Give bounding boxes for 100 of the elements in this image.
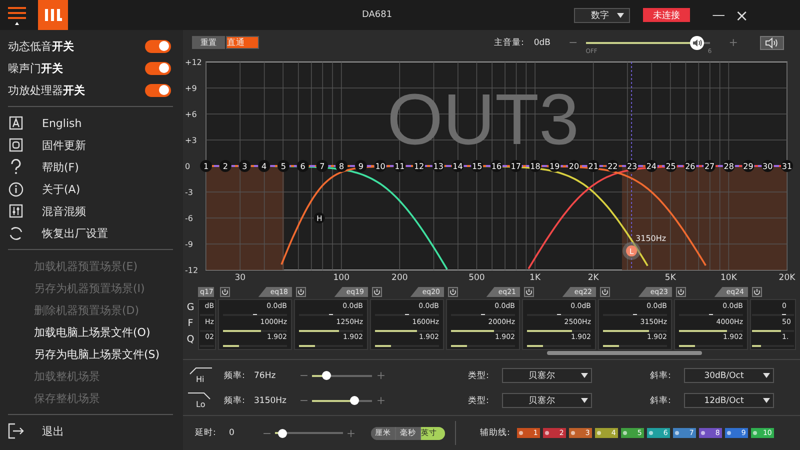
info-icon bbox=[8, 182, 24, 196]
power-icon[interactable] bbox=[752, 287, 762, 297]
slope-select[interactable]: 30dB/Oct bbox=[684, 368, 774, 383]
row-label: F bbox=[188, 318, 194, 329]
menu-item[interactable]: 恢复出厂设置 bbox=[42, 226, 108, 240]
menu-item[interactable]: 加载电脑上场景文件(O) bbox=[34, 324, 150, 340]
band-node[interactable]: 11 bbox=[394, 160, 406, 172]
band-node[interactable]: 18 bbox=[529, 160, 542, 172]
axis-label: -9 bbox=[185, 240, 193, 249]
menu-item[interactable]: 混音混频 bbox=[42, 204, 86, 218]
delay-value: 0 bbox=[229, 428, 236, 438]
slider-thumb[interactable] bbox=[350, 396, 360, 405]
type-select[interactable]: 贝塞尔 bbox=[502, 393, 592, 408]
band-node[interactable]: 2 bbox=[219, 160, 232, 172]
band-node[interactable]: 23 bbox=[626, 160, 638, 172]
field-label: 类型: bbox=[468, 370, 490, 382]
band-node[interactable]: 24 bbox=[645, 160, 658, 172]
band-node[interactable]: 14 bbox=[452, 160, 464, 172]
band-node[interactable]: 26 bbox=[684, 160, 696, 172]
toggle-label: 动态低音开关 bbox=[8, 38, 74, 54]
mute-button[interactable] bbox=[760, 36, 784, 50]
filter-label: Hi bbox=[196, 375, 204, 384]
axis-label: 2K bbox=[588, 273, 599, 283]
power-icon[interactable] bbox=[676, 287, 686, 297]
axis-label: 500 bbox=[468, 273, 485, 283]
letter-icon bbox=[8, 116, 24, 130]
volume-thumb[interactable] bbox=[690, 36, 704, 50]
band-node[interactable]: 12 bbox=[413, 160, 426, 172]
band-node[interactable]: 5 bbox=[277, 160, 290, 172]
band-node[interactable]: 6 bbox=[296, 160, 309, 172]
row-label: Q bbox=[186, 334, 194, 345]
power-icon[interactable] bbox=[296, 287, 306, 297]
toggle-switch[interactable] bbox=[145, 62, 171, 74]
scrollbar-thumb[interactable] bbox=[547, 351, 702, 355]
band-node[interactable]: 22 bbox=[606, 160, 619, 172]
axis-label: 200 bbox=[392, 273, 408, 283]
power-icon[interactable] bbox=[448, 287, 458, 297]
menu-item[interactable]: 帮助(F) bbox=[42, 160, 79, 174]
exit-item[interactable]: 退出 bbox=[42, 424, 64, 438]
field-label: 频率: bbox=[224, 394, 246, 406]
band-node[interactable]: 31 bbox=[781, 160, 793, 172]
band-node[interactable]: 25 bbox=[664, 160, 677, 172]
device-name: DA681 bbox=[362, 10, 392, 20]
sliders-icon bbox=[8, 204, 24, 218]
band-node[interactable]: 16 bbox=[490, 160, 502, 172]
toggle-switch[interactable] bbox=[145, 84, 171, 96]
menu-icon[interactable] bbox=[8, 4, 26, 26]
axis-label: 0 bbox=[185, 162, 190, 171]
band-node[interactable]: 29 bbox=[742, 160, 754, 172]
axis-label: 30 bbox=[234, 273, 246, 283]
field-label: 类型: bbox=[468, 394, 490, 406]
caret-icon bbox=[763, 398, 770, 403]
field-label: 延时: bbox=[195, 427, 217, 439]
band-node[interactable]: 19 bbox=[548, 160, 561, 172]
caret-icon bbox=[763, 373, 770, 378]
axis-label: 10K bbox=[720, 273, 737, 283]
connect-button[interactable]: 未连接 bbox=[643, 8, 690, 22]
minimize-button[interactable]: — bbox=[712, 8, 726, 22]
axis-label: +9 bbox=[185, 84, 197, 93]
power-icon[interactable] bbox=[220, 287, 230, 297]
power-icon[interactable] bbox=[372, 287, 382, 297]
slider-thumb[interactable] bbox=[278, 428, 287, 438]
toggle-switch[interactable] bbox=[145, 40, 171, 52]
band-node[interactable]: 28 bbox=[722, 160, 735, 172]
axis-label: -3 bbox=[185, 188, 193, 197]
field-label: 辅助线: bbox=[480, 427, 510, 439]
band-node[interactable]: 30 bbox=[762, 160, 774, 172]
row-label: G bbox=[186, 302, 194, 313]
band-node[interactable]: 15 bbox=[471, 160, 484, 172]
logo-icon bbox=[38, 0, 68, 30]
power-icon[interactable] bbox=[600, 287, 610, 297]
band-node[interactable]: 4 bbox=[258, 160, 270, 172]
menu-item[interactable]: 另存为电脑上场景文件(S) bbox=[34, 346, 160, 362]
slope-select[interactable]: 12dB/Oct bbox=[684, 393, 774, 408]
axis-label: -6 bbox=[185, 214, 193, 223]
band-node[interactable]: 27 bbox=[704, 160, 716, 172]
menu-item[interactable]: 关于(A) bbox=[42, 182, 80, 196]
mode-button[interactable]: 重置 bbox=[192, 36, 225, 49]
band-node[interactable]: 10 bbox=[374, 160, 386, 172]
band-node[interactable]: 1 bbox=[200, 160, 212, 172]
band-node[interactable]: 13 bbox=[432, 160, 444, 172]
band-node[interactable]: 21 bbox=[587, 160, 600, 172]
close-button[interactable]: × bbox=[735, 6, 749, 24]
type-select[interactable]: 贝塞尔 bbox=[502, 368, 592, 383]
axis-label: +3 bbox=[185, 136, 197, 145]
band-node[interactable]: 9 bbox=[354, 160, 367, 172]
field-label: 斜率: bbox=[650, 370, 672, 382]
filter-label: Lo bbox=[196, 400, 206, 409]
band-node[interactable]: 7 bbox=[316, 160, 328, 172]
menu-item[interactable]: 固件更新 bbox=[42, 138, 86, 152]
mode-select[interactable]: 数字 bbox=[574, 8, 630, 22]
power-icon[interactable] bbox=[524, 287, 534, 297]
caret-icon bbox=[581, 398, 588, 403]
band-node[interactable]: 8 bbox=[336, 160, 348, 172]
band-node[interactable]: 17 bbox=[510, 160, 522, 172]
menu-item[interactable]: English bbox=[42, 116, 82, 130]
slider-thumb[interactable] bbox=[322, 371, 332, 380]
band-node[interactable]: 3 bbox=[238, 160, 251, 172]
band-node[interactable]: 20 bbox=[568, 160, 580, 172]
axis-label: 20K bbox=[778, 273, 796, 283]
